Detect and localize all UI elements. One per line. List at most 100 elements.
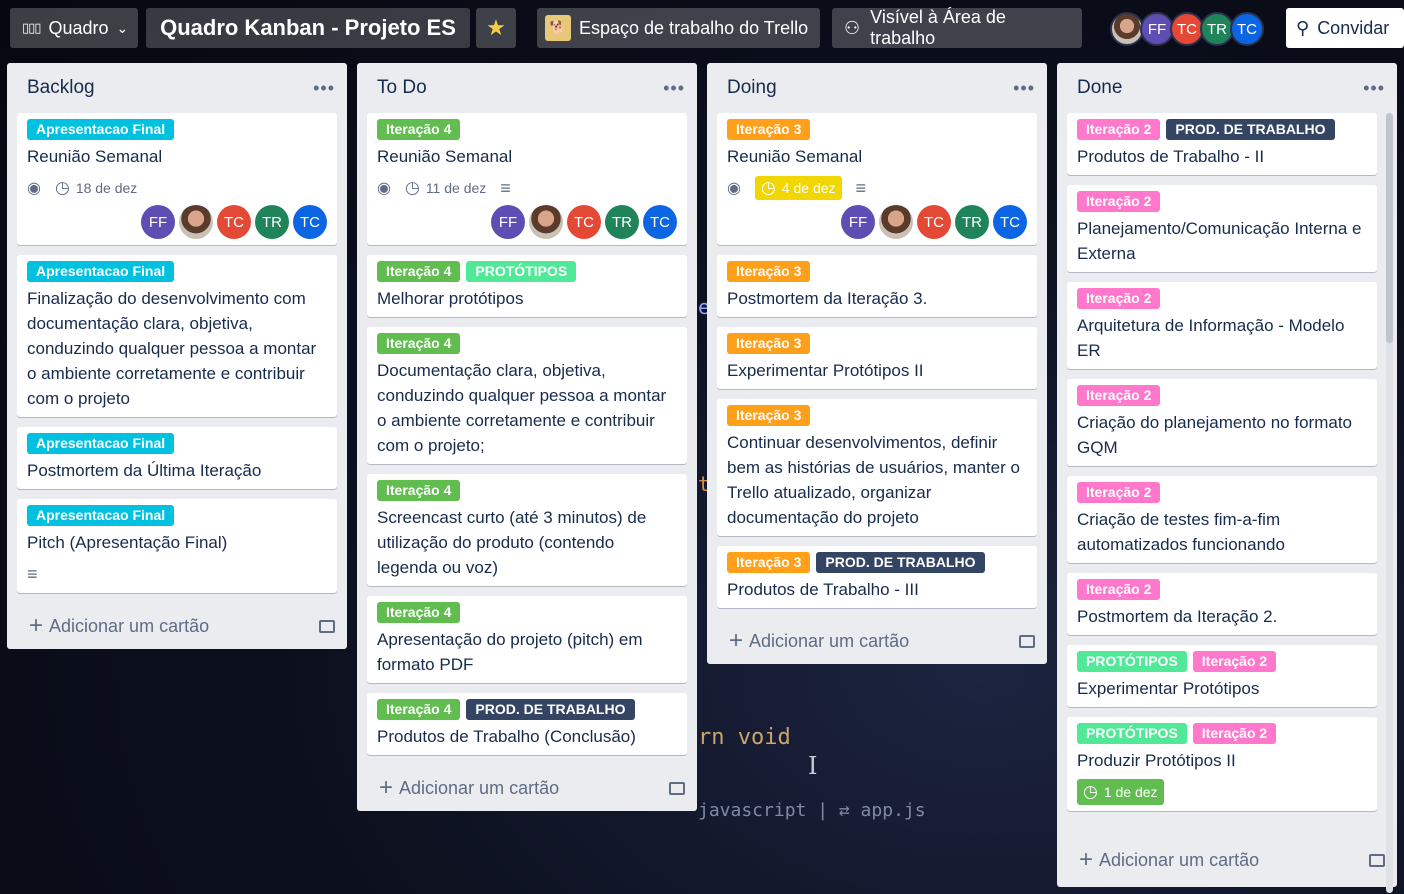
card[interactable]: PROTÓTIPOS Iteração 2 Produzir Protótipos … — [1067, 717, 1377, 811]
card[interactable]: Iteração 3 Postmortem da Iteração 3. — [717, 255, 1037, 317]
due-date-badge[interactable]: ◷ 4 de dez — [754, 176, 842, 200]
card[interactable]: Apresentacao Final Postmortem da Última I… — [17, 427, 337, 489]
card[interactable]: Iteração 4 Documentação clara, objetiva, … — [367, 327, 687, 464]
member-avatar[interactable]: FF — [141, 205, 175, 239]
scrollbar-thumb[interactable] — [1386, 113, 1393, 343]
card-label[interactable]: PROD. DE TRABALHO — [466, 699, 635, 720]
card[interactable]: Iteração 3 Experimentar Protótipos II — [717, 327, 1037, 389]
card-label[interactable]: PROTÓTIPOS — [466, 261, 577, 282]
member-avatar[interactable]: TC — [1230, 12, 1264, 46]
visibility-button[interactable]: ⚇ Visível à Área de trabalho — [832, 7, 1082, 48]
member-avatar[interactable]: TR — [1200, 12, 1234, 46]
card-label[interactable]: Iteração 4 — [377, 119, 461, 140]
star-button[interactable]: ★ — [476, 8, 516, 48]
member-avatar[interactable] — [879, 205, 913, 239]
card-label[interactable]: Apresentacao Final — [27, 261, 175, 282]
member-avatar[interactable]: TC — [1170, 12, 1204, 46]
card-label[interactable]: PROTÓTIPOS — [1077, 723, 1187, 744]
card[interactable]: Apresentacao Final Reunião Semanal ◉ ◷ 18 de… — [17, 113, 337, 245]
card-labels: Apresentacao Final — [27, 505, 327, 526]
member-avatar[interactable] — [1110, 12, 1144, 46]
more-options-icon[interactable]: ••• — [313, 78, 335, 99]
more-options-icon[interactable]: ••• — [663, 78, 685, 99]
card[interactable]: Iteração 3 PROD. DE TRABALHO Produtos de T… — [717, 546, 1037, 608]
member-avatar[interactable]: TC — [917, 205, 951, 239]
card-label[interactable]: Iteração 2 — [1077, 288, 1161, 309]
card[interactable]: Apresentacao Final Pitch (Apresentação Fi… — [17, 499, 337, 593]
member-avatar[interactable]: TR — [605, 205, 639, 239]
due-date-badge[interactable]: ◷ 1 de dez — [1077, 779, 1164, 805]
add-card-button[interactable]: + Adicionar um cartão — [707, 618, 1047, 664]
card[interactable]: Iteração 2 Postmortem da Iteração 2. — [1067, 573, 1377, 635]
card-label[interactable]: Iteração 2 — [1192, 723, 1277, 744]
card[interactable]: Iteração 2 Arquitetura de Informação - Mo… — [1067, 282, 1377, 369]
member-avatar[interactable]: TC — [993, 205, 1027, 239]
card-label[interactable]: Iteração 4 — [377, 333, 461, 354]
card[interactable]: Iteração 4 Reunião Semanal ◉ ◷ 11 de dez ≡ FF T… — [367, 113, 687, 245]
member-avatar[interactable]: TC — [293, 205, 327, 239]
list-title[interactable]: Backlog — [27, 77, 95, 99]
add-card-button[interactable]: + Adicionar um cartão — [357, 765, 697, 811]
card[interactable]: Iteração 2 Planejamento/Comunicação Inter… — [1067, 185, 1377, 272]
card-label[interactable]: Iteração 4 — [377, 602, 461, 623]
add-card-button[interactable]: + Adicionar um cartão — [1057, 837, 1397, 883]
invite-button[interactable]: ⚲ Convidar — [1286, 8, 1404, 48]
card-label[interactable]: Iteração 3 — [727, 552, 811, 573]
card[interactable]: Iteração 3 Reunião Semanal ◉ ◷ 4 de dez ≡ FF TC… — [717, 113, 1037, 245]
due-date-badge[interactable]: ◷ 18 de dez — [55, 178, 137, 198]
card-label[interactable]: Iteração 2 — [1077, 482, 1161, 503]
due-date-badge[interactable]: ◷ 11 de dez — [405, 178, 486, 198]
card-label[interactable]: Apresentacao Final — [27, 119, 175, 140]
member-avatar[interactable]: FF — [1140, 12, 1174, 46]
member-avatar[interactable]: TR — [955, 205, 989, 239]
card-label[interactable]: Iteração 2 — [1077, 119, 1161, 140]
card-template-icon[interactable] — [1019, 634, 1035, 648]
card-label[interactable]: PROTÓTIPOS — [1077, 651, 1187, 672]
card[interactable]: Iteração 2 Criação de testes fim-a-fim au… — [1067, 476, 1377, 563]
member-avatar[interactable] — [529, 205, 563, 239]
card-template-icon[interactable] — [319, 619, 335, 633]
member-avatar[interactable] — [179, 205, 213, 239]
card-label[interactable]: Iteração 4 — [377, 699, 461, 720]
card-label[interactable]: Iteração 4 — [377, 261, 461, 282]
card-label[interactable]: Apresentacao Final — [27, 505, 175, 526]
card-label[interactable]: Iteração 3 — [727, 119, 811, 140]
member-avatar[interactable]: TC — [567, 205, 601, 239]
more-options-icon[interactable]: ••• — [1013, 78, 1035, 99]
more-options-icon[interactable]: ••• — [1363, 78, 1385, 99]
card-label[interactable]: Iteração 3 — [727, 405, 811, 426]
card-label[interactable]: PROD. DE TRABALHO — [1166, 119, 1335, 140]
card-label[interactable]: Iteração 3 — [727, 333, 811, 354]
workspace-button[interactable]: 🐕 Espaço de trabalho do Trello — [537, 8, 820, 48]
list-title[interactable]: Doing — [727, 77, 777, 99]
list-title[interactable]: Done — [1077, 77, 1122, 99]
card[interactable]: Iteração 2 PROD. DE TRABALHO Produtos de T… — [1067, 113, 1377, 175]
card[interactable]: Iteração 4 PROD. DE TRABALHO Produtos de T… — [367, 693, 687, 755]
add-card-button[interactable]: + Adicionar um cartão — [7, 603, 347, 649]
card[interactable]: Iteração 4 Apresentação do projeto (pitch… — [367, 596, 687, 683]
card-label[interactable]: Apresentacao Final — [27, 433, 175, 454]
member-avatar[interactable]: TC — [643, 205, 677, 239]
board-title[interactable]: Quadro Kanban - Projeto ES — [146, 8, 470, 48]
member-avatar[interactable]: FF — [491, 205, 525, 239]
board-switch-button[interactable]: ▯▯▯ Quadro ⌄ — [10, 8, 138, 48]
card[interactable]: PROTÓTIPOS Iteração 2 Experimentar Protóti… — [1067, 645, 1377, 707]
card-template-icon[interactable] — [1369, 853, 1385, 867]
card-label[interactable]: Iteração 2 — [1077, 385, 1161, 406]
card[interactable]: Iteração 2 Criação do planejamento no for… — [1067, 379, 1377, 466]
card-label[interactable]: Iteração 2 — [1192, 651, 1277, 672]
card[interactable]: Iteração 4 Screencast curto (até 3 minuto… — [367, 474, 687, 586]
list-title[interactable]: To Do — [377, 77, 427, 99]
card-label[interactable]: Iteração 4 — [377, 480, 461, 501]
card[interactable]: Apresentacao Final Finalização do desenvo… — [17, 255, 337, 417]
member-avatar[interactable]: FF — [841, 205, 875, 239]
card-label[interactable]: Iteração 2 — [1077, 579, 1161, 600]
card-label[interactable]: PROD. DE TRABALHO — [816, 552, 985, 573]
member-avatar[interactable]: TC — [217, 205, 251, 239]
card-label[interactable]: Iteração 2 — [1077, 191, 1161, 212]
card-template-icon[interactable] — [669, 781, 685, 795]
card-label[interactable]: Iteração 3 — [727, 261, 811, 282]
card[interactable]: Iteração 4 PROTÓTIPOS Melhorar protótipos — [367, 255, 687, 317]
card[interactable]: Iteração 3 Continuar desenvolvimentos, de… — [717, 399, 1037, 536]
member-avatar[interactable]: TR — [255, 205, 289, 239]
